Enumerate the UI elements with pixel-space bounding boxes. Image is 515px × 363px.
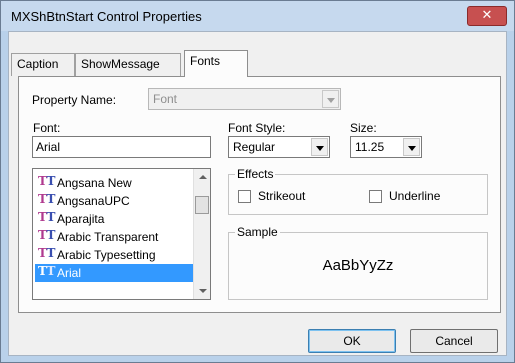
effects-group-title: Effects	[235, 167, 276, 181]
size-dropdown[interactable]: 11.25	[350, 136, 422, 158]
tab-fonts-label: Fonts	[190, 54, 221, 68]
effects-group: Effects Strikeout Underline	[228, 167, 488, 215]
scroll-thumb[interactable]	[195, 196, 209, 214]
fonts-tab-panel: Property Name: Font Font: Arial TT Angsa…	[18, 76, 501, 313]
size-value: 11.25	[355, 140, 385, 154]
font-style-dropdown[interactable]: Regular	[228, 136, 330, 158]
scroll-up-icon[interactable]	[199, 175, 207, 179]
truetype-icon: TT	[38, 210, 56, 224]
close-icon: ✕	[481, 8, 493, 23]
tab-caption[interactable]: Caption	[11, 53, 75, 76]
chevron-down-icon	[408, 146, 416, 151]
underline-checkbox[interactable]	[369, 190, 382, 203]
truetype-icon: TT	[38, 246, 56, 260]
dialog-client-area: Caption ShowMessage Fonts Property Name:…	[8, 31, 507, 356]
tab-showmessage[interactable]: ShowMessage	[75, 53, 181, 76]
tab-caption-label: Caption	[17, 57, 59, 71]
close-button[interactable]: ✕	[467, 6, 507, 26]
window-title: MXShBtnStart Control Properties	[11, 9, 202, 24]
strikeout-label[interactable]: Strikeout	[258, 189, 305, 203]
ok-button[interactable]: OK	[308, 329, 396, 353]
list-item[interactable]: TT Arabic Typesetting	[35, 246, 210, 264]
chevron-down-icon	[327, 98, 335, 103]
strikeout-checkbox[interactable]	[238, 190, 251, 203]
sample-group-title: Sample	[235, 225, 280, 239]
cancel-button[interactable]: Cancel	[410, 329, 498, 353]
chevron-down-icon	[316, 146, 324, 151]
font-style-value: Regular	[233, 140, 276, 154]
sample-group: Sample AaBbYyZz	[228, 225, 488, 300]
property-name-dropdown-button[interactable]	[322, 90, 339, 108]
underline-label[interactable]: Underline	[389, 189, 440, 203]
truetype-icon: TT	[38, 228, 56, 242]
font-name-input[interactable]: Arial	[32, 136, 211, 158]
font-list[interactable]: TT Angsana New TT AngsanaUPC TT Aparajit…	[32, 168, 211, 300]
property-name-dropdown[interactable]: Font	[148, 88, 341, 110]
scroll-down-icon[interactable]	[199, 289, 207, 293]
sample-preview-text: AaBbYyZz	[322, 257, 394, 274]
list-item[interactable]: TT Aparajita	[35, 210, 210, 228]
truetype-icon: TT	[38, 174, 56, 188]
property-name-value: Font	[153, 92, 178, 106]
font-style-label: Font Style:	[228, 121, 286, 135]
size-dropdown-button[interactable]	[403, 138, 420, 156]
tab-fonts[interactable]: Fonts	[184, 50, 248, 77]
title-bar[interactable]: MXShBtnStart Control Properties ✕	[1, 1, 514, 31]
list-item[interactable]: TT Angsana New	[35, 174, 210, 192]
list-item[interactable]: TT Arabic Transparent	[35, 228, 210, 246]
font-name-value: Arial	[36, 140, 61, 154]
font-style-dropdown-button[interactable]	[311, 138, 328, 156]
truetype-icon: TT	[38, 192, 56, 206]
tab-showmessage-label: ShowMessage	[81, 57, 160, 71]
font-list-scrollbar[interactable]	[193, 169, 210, 299]
font-label: Font:	[33, 121, 61, 135]
size-label: Size:	[350, 121, 377, 135]
truetype-icon: TT	[38, 264, 56, 278]
property-name-label: Property Name:	[32, 93, 117, 107]
properties-dialog: MXShBtnStart Control Properties ✕ Captio…	[0, 0, 515, 363]
list-item-selected[interactable]: TT Arial	[35, 264, 193, 282]
list-item[interactable]: TT AngsanaUPC	[35, 192, 210, 210]
